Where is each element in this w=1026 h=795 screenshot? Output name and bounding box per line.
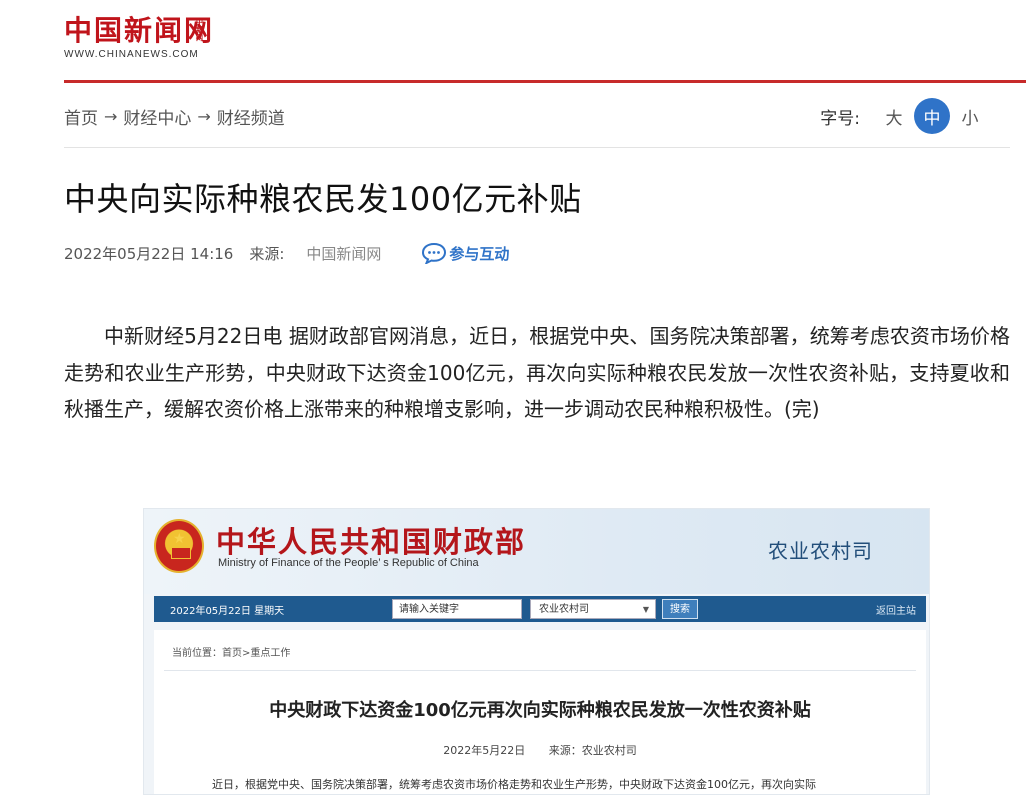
breadcrumb-divider [64,147,1010,148]
breadcrumb: 首页 → 财经中心 → 财经频道 [64,104,285,129]
source-name: 中国新闻网 [306,244,382,263]
ministry-name-cn: 中华人民共和国财政部 [216,525,527,559]
ministry-name-en: Ministry of Finance of the People’ s Rep… [218,557,479,569]
logo-url-text: WWW.CHINANEWS.COM [64,49,199,60]
article-image: ★ 中华人民共和国财政部 Ministry of Finance of the … [143,508,930,795]
font-size-label: 字号: [820,108,860,129]
ministry-home-link: 返回主站 [876,605,916,617]
ministry-nav-date: 2022年05月22日 星期天 [170,605,285,617]
breadcrumb-finance-center-link[interactable]: 财经中心 [123,104,191,129]
national-emblem-icon: ★ [154,519,204,573]
logo-small-text: 中新网 [196,18,203,42]
article-body: 中新财经5月22日电 据财政部官网消息，近日，根据党中央、国务院决策部署，统筹考… [64,324,1010,421]
ministry-article-source: 来源：农业农村司 [548,744,637,757]
font-size-large-button[interactable]: 大 [876,98,912,134]
logo-chinese-text: 中国新闻网 [64,14,215,47]
breadcrumb-arrow-icon: → [104,107,118,126]
ministry-dept-select: 农业农村司 ▼ [530,599,656,619]
ministry-article: 当前位置：首页>重点工作 中央财政下达资金100亿元再次向实际种粮农民发放一次性… [154,630,926,794]
article-meta: 2022年05月22日 14:16 来源: 中国新闻网 参与互动 [64,242,509,264]
ministry-article-title: 中央财政下达资金100亿元再次向实际种粮农民发放一次性农资补贴 [269,700,811,721]
ministry-banner: ★ 中华人民共和国财政部 Ministry of Finance of the … [144,509,929,594]
ministry-article-date: 2022年5月22日 [443,744,526,757]
breadcrumb-home-link[interactable]: 首页 [64,104,98,129]
ministry-search-button: 搜索 [662,599,698,619]
source-label: 来源: [249,244,285,263]
chat-bubble-icon [422,242,447,264]
ministry-search-input: 请输入关键字 [392,599,522,619]
font-size-medium-button[interactable]: 中 [914,98,950,134]
department-name: 农业农村司 [768,539,873,563]
font-size-control: 字号: 大 中 小 [820,98,988,134]
site-logo[interactable]: 中国新闻网 中新网 WWW.CHINANEWS.COM [64,14,264,64]
header-divider [64,80,1026,83]
article-title: 中央向实际种粮农民发100亿元补贴 [64,180,582,218]
interact-label: 参与互动 [449,244,510,263]
ministry-article-meta: 2022年5月22日 来源：农业农村司 [154,742,926,758]
ministry-divider [164,670,916,671]
interact-button[interactable]: 参与互动 [421,242,509,264]
ministry-article-body: 近日，根据党中央、国务院决策部署，统筹考虑农资市场价格走势和农业生产形势，中央财… [212,778,816,791]
breadcrumb-arrow-icon: → [197,107,211,126]
emblem-gate-icon [171,547,191,559]
ministry-nav-bar: 2022年05月22日 星期天 请输入关键字 农业农村司 ▼ 搜索 返回主站 [154,596,926,622]
font-size-small-button[interactable]: 小 [952,98,988,134]
emblem-star-icon: ★ [173,531,186,547]
chevron-down-icon: ▼ [642,605,649,614]
ministry-breadcrumb: 当前位置：首页>重点工作 [172,648,291,659]
ministry-dept-select-value: 农业农村司 [539,604,589,615]
breadcrumb-finance-channel-link[interactable]: 财经频道 [217,104,285,129]
article-datetime: 2022年05月22日 14:16 [64,244,234,263]
